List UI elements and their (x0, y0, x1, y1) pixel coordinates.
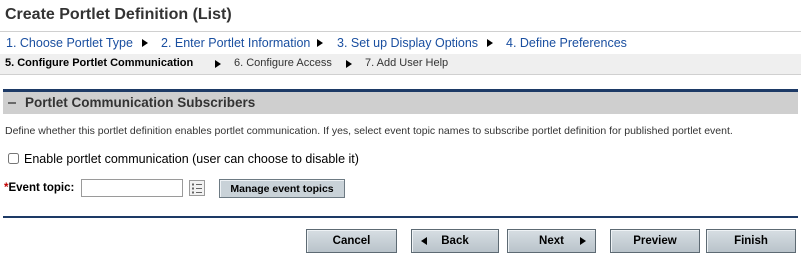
event-topic-input[interactable] (81, 179, 183, 197)
section-title: Portlet Communication Subscribers (25, 95, 256, 110)
cancel-button-label: Cancel (332, 235, 371, 247)
back-button-label: Back (441, 235, 469, 247)
wizard-step-set-up-display-options[interactable]: 3. Set up Display Options (337, 36, 478, 50)
next-button-label: Next (539, 235, 564, 247)
list-picker-icon[interactable] (189, 180, 205, 196)
finish-button-label: Finish (734, 235, 768, 247)
manage-event-topics-button[interactable]: Manage event topics (219, 179, 345, 198)
step-arrow-icon (346, 60, 352, 68)
wizard-step-add-user-help[interactable]: 7. Add User Help (365, 57, 448, 69)
step-arrow-icon (487, 39, 493, 47)
enable-communication-checkbox[interactable] (8, 153, 19, 164)
wizard-step-choose-portlet-type[interactable]: 1. Choose Portlet Type (6, 36, 133, 50)
cancel-button[interactable]: Cancel (306, 229, 397, 253)
wizard-step-define-preferences[interactable]: 4. Define Preferences (506, 36, 627, 50)
finish-button[interactable]: Finish (706, 229, 796, 253)
arrow-right-icon (580, 237, 586, 245)
collapse-icon[interactable] (8, 102, 16, 104)
step-arrow-icon (215, 60, 221, 68)
preview-button[interactable]: Preview (610, 229, 700, 253)
wizard-step-enter-portlet-information[interactable]: 2. Enter Portlet Information (161, 36, 310, 50)
preview-button-label: Preview (633, 235, 677, 247)
wizard-steps-row-1: 1. Choose Portlet Type 2. Enter Portlet … (0, 31, 801, 55)
wizard-step-configure-access[interactable]: 6. Configure Access (234, 57, 332, 69)
step-arrow-icon (317, 39, 323, 47)
event-topic-label: *Event topic: (4, 182, 74, 194)
back-button[interactable]: Back (411, 229, 499, 253)
event-topic-label-text: Event topic: (8, 182, 75, 194)
arrow-left-icon (421, 237, 427, 245)
section-header: Portlet Communication Subscribers (3, 92, 798, 114)
footer-divider (3, 216, 798, 218)
next-button[interactable]: Next (507, 229, 596, 253)
step-arrow-icon (142, 39, 148, 47)
page-title: Create Portlet Definition (List) (5, 6, 232, 23)
section-description: Define whether this portlet definition e… (5, 125, 733, 137)
wizard-steps-row-2: 5. Configure Portlet Communication 6. Co… (0, 54, 801, 75)
wizard-step-configure-portlet-communication: 5. Configure Portlet Communication (5, 57, 194, 69)
enable-communication-label[interactable]: Enable portlet communication (user can c… (24, 152, 359, 166)
